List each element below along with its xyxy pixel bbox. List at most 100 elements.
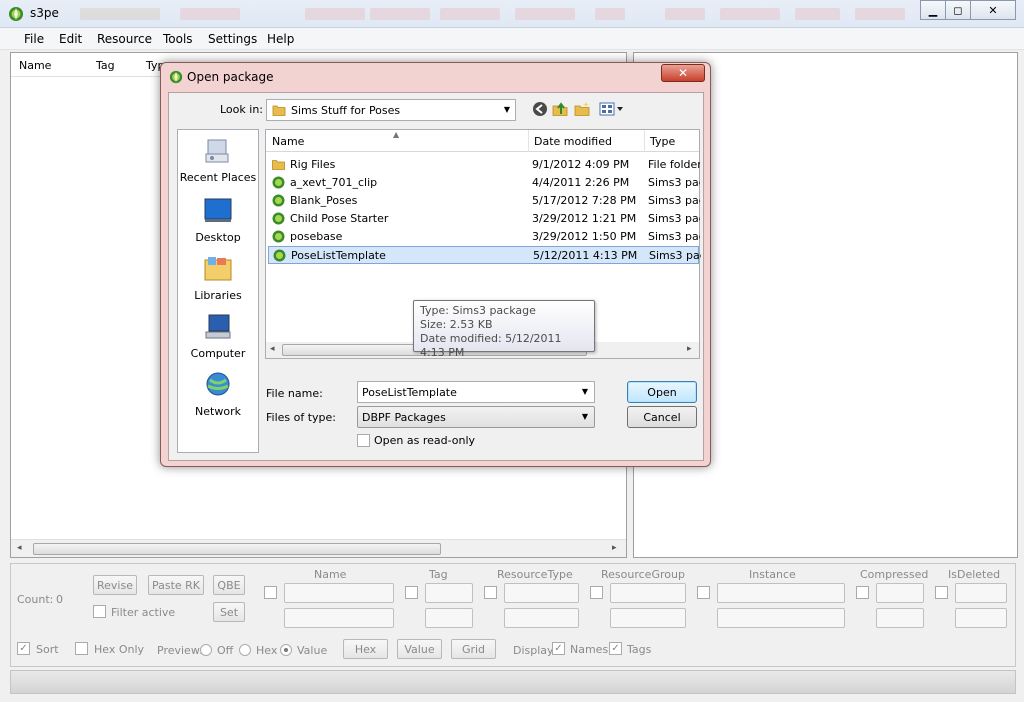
file-name: a_xevt_701_clip xyxy=(290,176,378,189)
qbe-button[interactable]: QBE xyxy=(213,575,245,595)
up-folder-icon[interactable] xyxy=(552,101,568,117)
isdeleted-filter-field[interactable] xyxy=(955,583,1007,603)
sort-up-icon: ▲ xyxy=(393,130,400,139)
resourcegroup-value-field[interactable] xyxy=(610,608,686,628)
instance-checkbox[interactable] xyxy=(697,586,710,599)
scroll-right-icon[interactable]: ▸ xyxy=(687,344,692,354)
column-type[interactable]: Type xyxy=(650,135,675,148)
place-libraries[interactable]: Libraries xyxy=(178,254,258,302)
sims3-package-icon xyxy=(272,212,285,225)
menu-help[interactable]: Help xyxy=(267,32,294,46)
display-names-checkbox[interactable]: ✓ xyxy=(552,642,565,655)
set-button[interactable]: Set xyxy=(213,602,245,622)
file-row-selected[interactable]: PoseListTemplate 5/12/2011 4:13 PM Sims3… xyxy=(268,246,701,264)
menu-edit[interactable]: Edit xyxy=(59,32,82,46)
hex-button[interactable]: Hex xyxy=(343,639,388,659)
file-row[interactable]: posebase 3/29/2012 1:50 PM Sims3 package xyxy=(268,228,700,246)
new-folder-icon[interactable] xyxy=(574,101,590,117)
desktop-icon xyxy=(204,198,232,222)
revise-button[interactable]: Revise xyxy=(93,575,137,595)
name-checkbox[interactable] xyxy=(264,586,277,599)
name-filter-field[interactable] xyxy=(284,583,394,603)
column-date-modified[interactable]: Date modified xyxy=(534,135,612,148)
grid-button[interactable]: Grid xyxy=(451,639,496,659)
file-row[interactable]: Rig Files 9/1/2012 4:09 PM File folder xyxy=(268,156,700,174)
column-tag[interactable]: Tag xyxy=(96,59,115,72)
resourcegroup-checkbox[interactable] xyxy=(590,586,603,599)
compressed-checkbox[interactable] xyxy=(856,586,869,599)
resourcetype-value-field[interactable] xyxy=(504,608,579,628)
column-name[interactable]: Name xyxy=(19,59,51,72)
preview-value-radio[interactable] xyxy=(280,644,292,656)
preview-off-radio[interactable] xyxy=(200,644,212,656)
hex-only-label: Hex Only xyxy=(94,643,145,656)
close-icon: ✕ xyxy=(988,3,998,17)
close-button[interactable]: ✕ xyxy=(970,0,1016,20)
resourcetype-filter-field[interactable] xyxy=(504,583,579,603)
preview-label: Preview: xyxy=(157,644,203,657)
minimize-button[interactable]: ▁ xyxy=(920,0,946,20)
scroll-left-icon[interactable]: ◂ xyxy=(270,344,275,354)
tag-checkbox[interactable] xyxy=(405,586,418,599)
display-tags-checkbox[interactable]: ✓ xyxy=(609,642,622,655)
resourcetype-checkbox[interactable] xyxy=(484,586,497,599)
file-date: 3/29/2012 1:50 PM xyxy=(532,230,637,243)
tag-filter-field[interactable] xyxy=(425,583,473,603)
instance-value-field[interactable] xyxy=(717,608,845,628)
look-in-value: Sims Stuff for Poses xyxy=(291,104,401,117)
place-recent-places[interactable]: Recent Places xyxy=(178,136,258,184)
compressed-value-field[interactable] xyxy=(876,608,924,628)
chevron-down-icon[interactable]: ▼ xyxy=(582,387,588,396)
close-icon: ✕ xyxy=(677,66,689,80)
isdeleted-checkbox[interactable] xyxy=(935,586,948,599)
name-value-field[interactable] xyxy=(284,608,394,628)
place-computer[interactable]: Computer xyxy=(178,312,258,360)
horizontal-scrollbar[interactable]: ◂ ▸ xyxy=(11,539,626,557)
recent-places-icon xyxy=(205,139,229,163)
menu-resource[interactable]: Resource xyxy=(97,32,152,46)
field-label-instance: Instance xyxy=(749,568,796,581)
minimize-icon: ▁ xyxy=(928,3,938,17)
cancel-button[interactable]: Cancel xyxy=(627,406,697,428)
open-button[interactable]: Open xyxy=(627,381,697,403)
menu-file[interactable]: File xyxy=(24,32,44,46)
tooltip-type: Type: Sims3 package xyxy=(420,304,536,317)
compressed-filter-field[interactable] xyxy=(876,583,924,603)
hex-only-checkbox[interactable] xyxy=(75,642,88,655)
back-icon[interactable] xyxy=(532,101,548,117)
tag-value-field[interactable] xyxy=(425,608,473,628)
field-label-tag: Tag xyxy=(429,568,448,581)
filter-area: Count: 0 Revise Paste RK QBE Filter acti… xyxy=(10,563,1016,667)
file-row[interactable]: Child Pose Starter 3/29/2012 1:21 PM Sim… xyxy=(268,210,700,228)
tooltip-date: Date modified: 5/12/2011 4:13 PM xyxy=(420,332,562,359)
menu-tools[interactable]: Tools xyxy=(163,32,193,46)
filter-active-checkbox[interactable] xyxy=(93,605,106,618)
instance-filter-field[interactable] xyxy=(717,583,845,603)
network-icon xyxy=(206,372,230,396)
file-row[interactable]: Blank_Poses 5/17/2012 7:28 PM Sims3 pack… xyxy=(268,192,700,210)
column-name[interactable]: Name xyxy=(272,135,304,148)
chevron-down-icon: ▼ xyxy=(581,412,588,421)
menu-settings[interactable]: Settings xyxy=(208,32,257,46)
place-desktop[interactable]: Desktop xyxy=(178,196,258,244)
scroll-right-icon[interactable]: ▸ xyxy=(612,543,617,553)
file-row[interactable]: a_xevt_701_clip 4/4/2011 2:26 PM Sims3 p… xyxy=(268,174,700,192)
preview-hex-radio[interactable] xyxy=(239,644,251,656)
file-name-field[interactable]: PoseListTemplate ▼ xyxy=(357,381,595,403)
value-button[interactable]: Value xyxy=(397,639,442,659)
resourcegroup-filter-field[interactable] xyxy=(610,583,686,603)
sort-checkbox[interactable]: ✓ xyxy=(17,642,30,655)
isdeleted-value-field[interactable] xyxy=(955,608,1007,628)
dialog-close-button[interactable]: ✕ xyxy=(661,64,705,82)
scroll-left-icon[interactable]: ◂ xyxy=(17,543,22,553)
look-in-dropdown[interactable]: Sims Stuff for Poses ▼ xyxy=(266,99,516,121)
field-label-name: Name xyxy=(314,568,347,581)
scroll-thumb[interactable] xyxy=(33,543,441,555)
file-tooltip: Type: Sims3 package Size: 2.53 KB Date m… xyxy=(413,300,595,359)
read-only-checkbox[interactable] xyxy=(357,434,370,447)
file-type-dropdown[interactable]: DBPF Packages ▼ xyxy=(357,406,595,428)
paste-rk-button[interactable]: Paste RK xyxy=(148,575,204,595)
maximize-button[interactable]: ◻ xyxy=(945,0,971,20)
view-menu-icon[interactable] xyxy=(599,101,625,117)
place-network[interactable]: Network xyxy=(178,370,258,418)
